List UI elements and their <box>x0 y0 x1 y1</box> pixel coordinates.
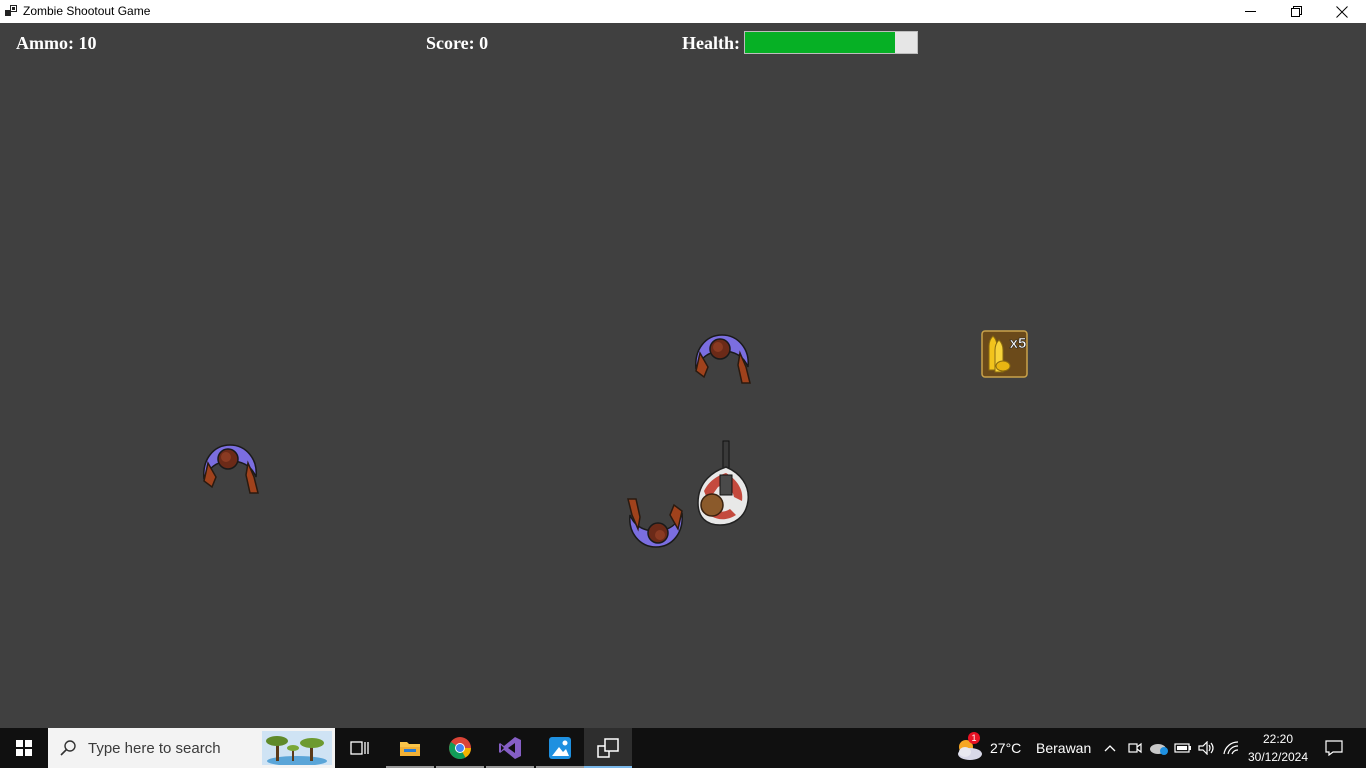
cloud-sync-icon <box>1150 744 1168 755</box>
taskbar-file-explorer[interactable] <box>386 728 434 768</box>
weather-widget[interactable]: 1 27°C Berawan <box>954 728 1092 768</box>
search-box[interactable]: Type here to search <box>48 728 335 768</box>
clock-date: 30/12/2024 <box>1247 750 1309 764</box>
weather-temp: 27°C <box>990 740 1022 756</box>
camera-icon <box>1128 742 1142 754</box>
chevron-up-icon <box>1104 745 1116 752</box>
clock[interactable]: 22:20 30/12/2024 <box>1240 730 1316 766</box>
restore-icon <box>1290 6 1302 17</box>
windows-logo-icon <box>16 740 32 756</box>
task-view-icon <box>350 741 369 755</box>
tray-volume[interactable] <box>1196 728 1218 768</box>
minimize-icon <box>1244 11 1256 12</box>
search-icon <box>60 740 76 756</box>
notification-icon <box>1325 740 1343 756</box>
taskbar-chrome[interactable] <box>436 728 484 768</box>
show-hidden-icons-button[interactable] <box>1100 728 1120 768</box>
speaker-icon <box>1198 741 1214 755</box>
close-icon <box>1336 5 1348 18</box>
taskbar: Type here to search 1 27°C Berawan 22:20… <box>0 728 1366 768</box>
minimize-button[interactable] <box>1227 0 1273 23</box>
battery-icon <box>1174 743 1191 753</box>
ammo-pickup: x5 <box>981 330 1028 378</box>
notification-center-button[interactable] <box>1318 728 1350 768</box>
taskbar-game-window[interactable] <box>584 728 632 768</box>
tray-meet-now[interactable] <box>1125 728 1145 768</box>
wifi-icon <box>1223 741 1239 755</box>
folder-icon <box>400 742 420 756</box>
game-area[interactable]: Ammo: 10 Score: 0 Health: x5 <box>0 23 1366 728</box>
chrome-icon <box>449 737 471 759</box>
ammo-box-icon: x5 <box>981 330 1028 378</box>
close-button[interactable] <box>1319 0 1365 23</box>
taskbar-visual-studio[interactable] <box>486 728 534 768</box>
weather-desc: Berawan <box>1036 740 1092 756</box>
score-label: Score: 0 <box>426 33 489 53</box>
visual-studio-icon <box>499 737 521 759</box>
window-title: Zombie Shootout Game <box>23 4 151 18</box>
ammo-pickup-label: x5 <box>1010 335 1027 352</box>
app-icon <box>5 5 17 16</box>
health-bar-fill <box>745 32 895 53</box>
zombie <box>627 498 683 548</box>
restore-button[interactable] <box>1273 0 1319 23</box>
task-view-button[interactable] <box>336 728 384 768</box>
zombie <box>203 444 259 494</box>
ammo-label: Ammo: 10 <box>16 33 97 53</box>
health-label: Health: <box>682 33 740 53</box>
title-bar: Zombie Shootout Game <box>0 0 1366 23</box>
tray-network[interactable] <box>1220 728 1242 768</box>
tray-onedrive[interactable] <box>1148 728 1170 768</box>
start-button[interactable] <box>0 728 48 768</box>
health-bar <box>744 31 918 54</box>
weather-badge: 1 <box>968 732 980 744</box>
player <box>697 440 749 526</box>
search-placeholder: Type here to search <box>88 740 221 757</box>
search-highlight-icon <box>262 731 332 765</box>
taskbar-photos[interactable] <box>536 728 584 768</box>
zombie <box>695 334 751 384</box>
tray-battery[interactable] <box>1172 728 1194 768</box>
photos-icon <box>549 737 571 759</box>
app-window-icon <box>597 738 619 758</box>
clock-time: 22:20 <box>1262 732 1294 746</box>
